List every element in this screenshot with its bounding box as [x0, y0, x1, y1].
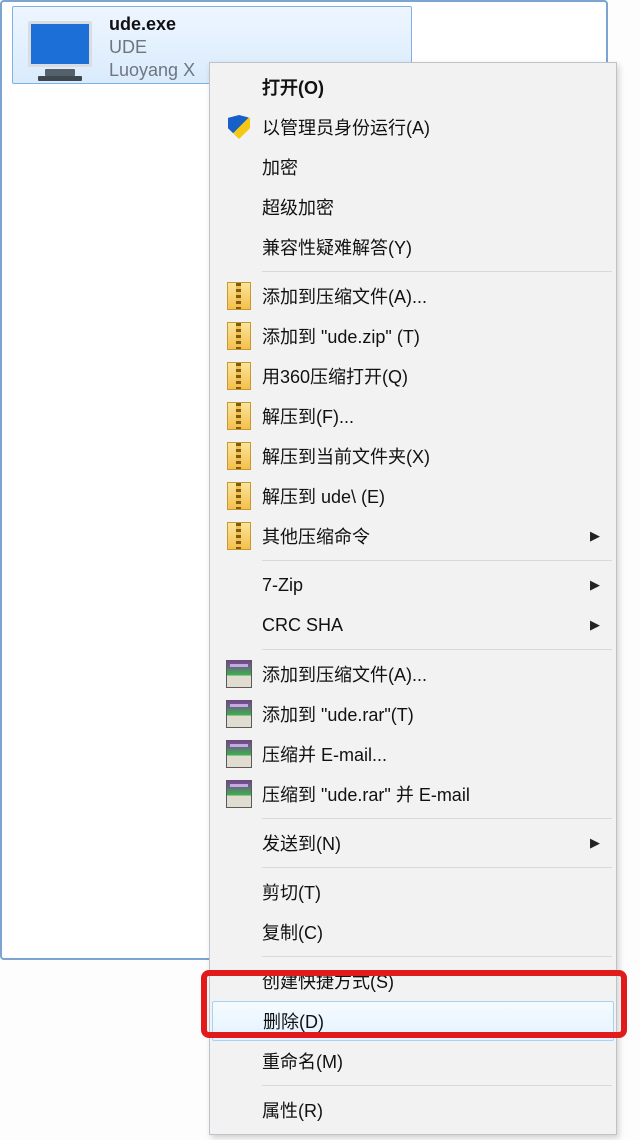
separator	[262, 560, 612, 561]
zip-icon	[227, 442, 251, 470]
menu-copy[interactable]: 复制(C)	[212, 912, 614, 952]
menu-run-as-admin[interactable]: 以管理员身份运行(A)	[212, 107, 614, 147]
separator	[262, 649, 612, 650]
shield-icon	[228, 115, 250, 139]
zip-icon	[227, 482, 251, 510]
menu-rar-add[interactable]: 添加到压缩文件(A)...	[212, 654, 614, 694]
menu-cut[interactable]: 剪切(T)	[212, 872, 614, 912]
file-text: ude.exe UDE Luoyang X	[109, 11, 195, 82]
file-desc: UDE	[109, 36, 195, 59]
menu-open-with-360[interactable]: 用360压缩打开(Q)	[212, 356, 614, 396]
menu-send-to[interactable]: 发送到(N) ▶	[212, 823, 614, 863]
separator	[262, 1085, 612, 1086]
menu-extract-to[interactable]: 解压到(F)...	[212, 396, 614, 436]
context-menu: 打开(O) 以管理员身份运行(A) 加密 超级加密 兼容性疑难解答(Y) 添加到…	[209, 62, 617, 1135]
menu-extract-to-ude[interactable]: 解压到 ude\ (E)	[212, 476, 614, 516]
chevron-right-icon: ▶	[590, 528, 600, 544]
rar-icon	[226, 780, 252, 808]
separator	[262, 956, 612, 957]
computer-icon	[19, 11, 101, 77]
rar-icon	[226, 700, 252, 728]
menu-open[interactable]: 打开(O)	[212, 67, 614, 107]
zip-icon	[227, 522, 251, 550]
menu-add-to-archive[interactable]: 添加到压缩文件(A)...	[212, 276, 614, 316]
menu-rar-add-ude[interactable]: 添加到 "ude.rar"(T)	[212, 694, 614, 734]
menu-create-shortcut[interactable]: 创建快捷方式(S)	[212, 961, 614, 1001]
menu-7zip[interactable]: 7-Zip ▶	[212, 565, 614, 605]
menu-rar-email[interactable]: 压缩并 E-mail...	[212, 734, 614, 774]
menu-rar-ude-email[interactable]: 压缩到 "ude.rar" 并 E-mail	[212, 774, 614, 814]
chevron-right-icon: ▶	[590, 577, 600, 593]
menu-crc-sha[interactable]: CRC SHA ▶	[212, 605, 614, 645]
menu-other-zip[interactable]: 其他压缩命令 ▶	[212, 516, 614, 556]
menu-delete[interactable]: 删除(D)	[212, 1001, 614, 1041]
menu-extract-here[interactable]: 解压到当前文件夹(X)	[212, 436, 614, 476]
file-name: ude.exe	[109, 13, 195, 36]
file-company: Luoyang X	[109, 59, 195, 82]
menu-compat-troubleshoot[interactable]: 兼容性疑难解答(Y)	[212, 227, 614, 267]
zip-icon	[227, 402, 251, 430]
menu-encrypt[interactable]: 加密	[212, 147, 614, 187]
menu-properties[interactable]: 属性(R)	[212, 1090, 614, 1130]
zip-icon	[227, 362, 251, 390]
zip-icon	[227, 282, 251, 310]
menu-super-encrypt[interactable]: 超级加密	[212, 187, 614, 227]
chevron-right-icon: ▶	[590, 617, 600, 633]
separator	[262, 271, 612, 272]
zip-icon	[227, 322, 251, 350]
menu-add-to-ude-zip[interactable]: 添加到 "ude.zip" (T)	[212, 316, 614, 356]
rar-icon	[226, 740, 252, 768]
rar-icon	[226, 660, 252, 688]
menu-rename[interactable]: 重命名(M)	[212, 1041, 614, 1081]
chevron-right-icon: ▶	[590, 835, 600, 851]
separator	[262, 867, 612, 868]
separator	[262, 818, 612, 819]
